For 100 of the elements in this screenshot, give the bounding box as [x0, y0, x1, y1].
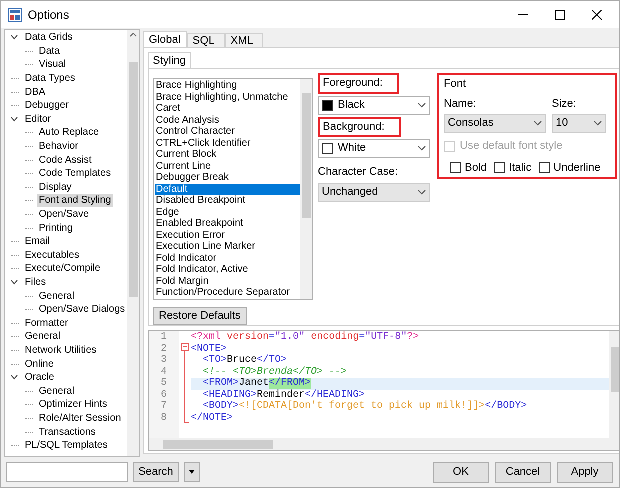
code-line: <TO>Bruce</TO> [202, 355, 288, 366]
list-item[interactable]: Brace Highlighting, Unmatche [155, 92, 300, 103]
checkbox-label: Use default font style [460, 139, 563, 154]
tree-item[interactable]: Code Assist [37, 154, 94, 167]
tab[interactable]: Global [143, 31, 187, 47]
dropdown[interactable]: Consolas [444, 114, 546, 133]
tree-item[interactable]: Open/Save Dialogs [37, 303, 127, 316]
list-item[interactable]: Code Analysis [155, 114, 300, 126]
tab[interactable]: XML [224, 33, 263, 47]
tree-item[interactable]: Files [23, 276, 48, 289]
tab[interactable]: Styling [148, 52, 192, 68]
tree-item[interactable]: Auto Replace [37, 126, 102, 140]
dropdown[interactable]: Unchanged [318, 182, 430, 202]
checkbox[interactable] [538, 162, 550, 174]
tree-item[interactable]: Role/Alter Session [37, 412, 124, 425]
tree-item[interactable]: Email [23, 235, 52, 248]
code-line: <NOTE> [191, 344, 228, 355]
fold-marker-icon[interactable] [181, 343, 189, 424]
collapse-icon[interactable] [11, 375, 18, 380]
tree-item[interactable]: Behavior [37, 140, 80, 154]
list-item[interactable]: Execution Line Marker [155, 241, 300, 252]
caret-icon [418, 190, 426, 194]
dialog-button[interactable]: Cancel [495, 462, 551, 482]
maximize-icon[interactable] [555, 10, 565, 20]
tree-item[interactable]: Formatter [23, 316, 70, 330]
dialog-button[interactable]: OK [433, 462, 489, 482]
list-item[interactable]: Execution Error [155, 230, 300, 241]
field-label: Foreground: [318, 73, 399, 94]
line-number: 7 [160, 401, 168, 412]
tree-item[interactable]: General [37, 290, 77, 303]
list-item[interactable]: Function/Procedure Separator [155, 287, 300, 298]
dialog-button[interactable]: Apply [557, 462, 613, 482]
tree-item[interactable]: Open/Save [37, 208, 92, 222]
dropdown[interactable]: White [318, 139, 430, 158]
collapse-icon[interactable] [11, 35, 18, 40]
tree-item[interactable]: Executables [23, 248, 82, 262]
collapse-icon[interactable] [11, 280, 18, 285]
checkbox-label: Underline [554, 160, 601, 176]
dropdown-button[interactable] [184, 462, 200, 482]
tree-item[interactable]: General [37, 384, 77, 398]
scrollbar[interactable] [300, 79, 312, 299]
list-item[interactable]: Fold Indicator [155, 252, 300, 264]
code-line: <BODY><![CDATA[Don't forget to pick up milk!]]></BODY> [202, 401, 528, 412]
list-item[interactable]: Debugger Break [155, 172, 300, 184]
list-item[interactable]: Default [155, 184, 300, 195]
list-item[interactable]: Disabled Breakpoint [155, 195, 300, 206]
list-item[interactable]: Caret [155, 103, 300, 114]
tree-item[interactable]: Printing [37, 222, 75, 235]
scrollbar[interactable] [149, 438, 619, 450]
tree-item[interactable]: DBA [23, 86, 48, 99]
tree-item[interactable]: Optimizer Hints [37, 398, 110, 412]
tree-item[interactable]: Debugger [23, 99, 71, 112]
tree-item[interactable]: General [23, 330, 63, 344]
tree-item[interactable]: Editor [23, 112, 54, 126]
checkbox-label: Italic [509, 160, 532, 176]
line-number: 4 [160, 366, 168, 378]
list-item[interactable]: Fold Indicator, Active [155, 264, 300, 276]
app-icon [8, 8, 22, 22]
tree-item[interactable]: Data Types [23, 72, 78, 86]
list-item[interactable]: Edge [155, 206, 300, 218]
collapse-icon[interactable] [11, 116, 18, 122]
scrollbar[interactable] [609, 331, 619, 438]
group-title: Font [444, 77, 468, 92]
tree-item[interactable]: Data Grids [23, 31, 75, 44]
list-item[interactable]: Brace Highlighting [155, 80, 300, 92]
checkbox[interactable] [450, 162, 461, 174]
line-number: 3 [160, 355, 168, 366]
tree-item[interactable]: Execute/Compile [23, 262, 103, 276]
tree-item[interactable]: Network Utilities [23, 344, 99, 357]
tree-item[interactable]: Data [37, 44, 62, 58]
tree-item[interactable]: Code Templates [37, 167, 114, 180]
tree-item[interactable]: Display [37, 180, 74, 194]
tree-item[interactable]: Online [23, 358, 56, 371]
line-number: 6 [160, 390, 168, 401]
tab[interactable]: SQL [186, 33, 225, 47]
list-item[interactable]: Enabled Breakpoint [155, 218, 300, 230]
tree-item[interactable]: Font and Styling [37, 194, 114, 208]
code-line: </NOTE> [191, 412, 234, 424]
dropdown[interactable]: Black [318, 96, 430, 114]
line-number: 2 [160, 344, 168, 355]
scrollbar[interactable] [127, 30, 139, 456]
restore-defaults-button[interactable]: Restore Defaults [153, 307, 247, 325]
close-icon[interactable] [592, 10, 602, 20]
list-item[interactable]: Current Block [155, 149, 300, 160]
list-item[interactable]: Fold Margin [155, 276, 300, 287]
search-field[interactable] [6, 462, 128, 482]
line-number: 8 [160, 412, 168, 424]
list-item[interactable]: Control Character [155, 126, 300, 138]
search-button[interactable]: Search [133, 462, 179, 482]
list-item[interactable]: Current Line [155, 160, 300, 172]
field-label: Background: [318, 116, 401, 137]
checkbox[interactable] [494, 162, 506, 174]
list-item[interactable]: CTRL+Click Identifier [155, 138, 300, 149]
scroll-up-icon[interactable] [130, 33, 136, 37]
dropdown[interactable]: 10 [552, 114, 606, 133]
tree-item[interactable]: Transactions [37, 426, 98, 439]
tree-item[interactable]: Visual [37, 58, 68, 72]
field-label: Size: [552, 96, 578, 112]
tree-item[interactable]: Oracle [23, 371, 56, 384]
tree-item[interactable]: PL/SQL Templates [23, 439, 110, 452]
